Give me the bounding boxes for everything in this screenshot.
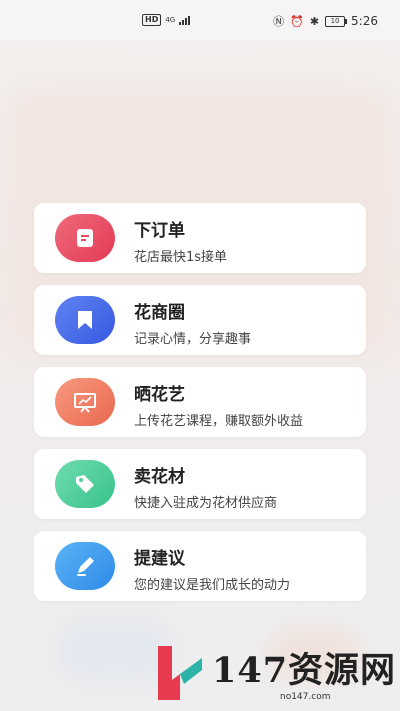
menu-item-subtitle: 您的建议是我们成长的动力 <box>134 578 291 593</box>
clock: 5:26 <box>351 14 378 28</box>
menu-item-subtitle: 快捷入驻成为花材供应商 <box>134 496 278 511</box>
bluetooth-icon: ✱ <box>309 14 320 28</box>
watermark: 147资源网 no147.com <box>140 636 400 711</box>
menu-item-feedback[interactable]: 提建议 您的建议是我们成长的动力 <box>34 531 366 601</box>
menu-item-circle[interactable]: 花商圈 记录心情，分享趣事 <box>34 285 366 355</box>
menu-item-title: 花商圈 <box>134 303 185 323</box>
network-status: HD 4G <box>142 14 191 26</box>
menu-item-subtitle: 上传花艺课程，赚取额外收益 <box>134 414 304 429</box>
hd-badge: HD <box>142 14 162 26</box>
bookmark-icon <box>55 296 115 344</box>
menu-item-title: 提建议 <box>134 549 185 569</box>
menu-item-subtitle: 记录心情，分享趣事 <box>134 332 252 347</box>
menu-item-title: 下订单 <box>134 221 185 241</box>
watermark-logo <box>158 646 202 700</box>
tag-icon <box>55 460 115 508</box>
order-icon <box>55 214 115 262</box>
status-bar: HD 4G Ⓝ ⏰ ✱ 10 5:26 <box>0 0 400 40</box>
pen-icon <box>55 542 115 590</box>
alarm-icon: ⏰ <box>290 14 304 28</box>
menu-item-showcase[interactable]: 晒花艺 上传花艺课程，赚取额外收益 <box>34 367 366 437</box>
presentation-icon <box>55 378 115 426</box>
battery-icon: 10 <box>325 15 348 27</box>
menu-item-order[interactable]: 下订单 花店最快1s接单 <box>34 203 366 273</box>
watermark-text: 147资源网 <box>212 650 397 691</box>
status-right: Ⓝ ⏰ ✱ 10 5:26 <box>273 13 378 29</box>
menu-item-sell-materials[interactable]: 卖花材 快捷入驻成为花材供应商 <box>34 449 366 519</box>
menu-item-title: 晒花艺 <box>134 385 185 405</box>
menu-item-title: 卖花材 <box>134 467 185 487</box>
menu-item-subtitle: 花店最快1s接单 <box>134 250 228 265</box>
nfc-icon: Ⓝ <box>273 15 285 28</box>
watermark-url: no147.com <box>280 692 331 702</box>
signal-icon <box>179 15 191 25</box>
signal-type: 4G <box>165 16 176 24</box>
